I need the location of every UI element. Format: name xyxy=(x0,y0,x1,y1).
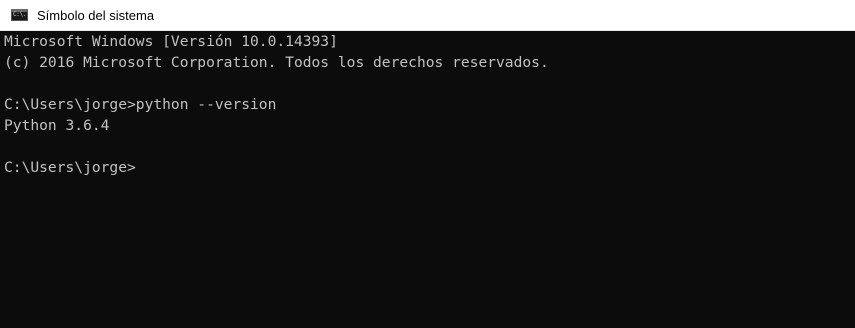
console-output[interactable]: Microsoft Windows [Versión 10.0.14393] (… xyxy=(0,31,855,328)
console-line: (c) 2016 Microsoft Corporation. Todos lo… xyxy=(4,54,549,71)
cmd-icon: C:\. xyxy=(11,9,28,21)
console-prompt-line[interactable]: C:\Users\jorge> xyxy=(4,157,855,178)
window-title: Símbolo del sistema xyxy=(37,7,155,23)
title-bar[interactable]: C:\. Símbolo del sistema xyxy=(0,0,855,31)
console-line: C:\Users\jorge>python --version xyxy=(4,96,277,113)
command-prompt-window: C:\. Símbolo del sistema Microsoft Windo… xyxy=(0,0,855,328)
cmd-icon-glyph: C:\. xyxy=(13,11,27,18)
console-line: Microsoft Windows [Versión 10.0.14393] xyxy=(4,33,338,50)
console-line: Python 3.6.4 xyxy=(4,117,110,134)
